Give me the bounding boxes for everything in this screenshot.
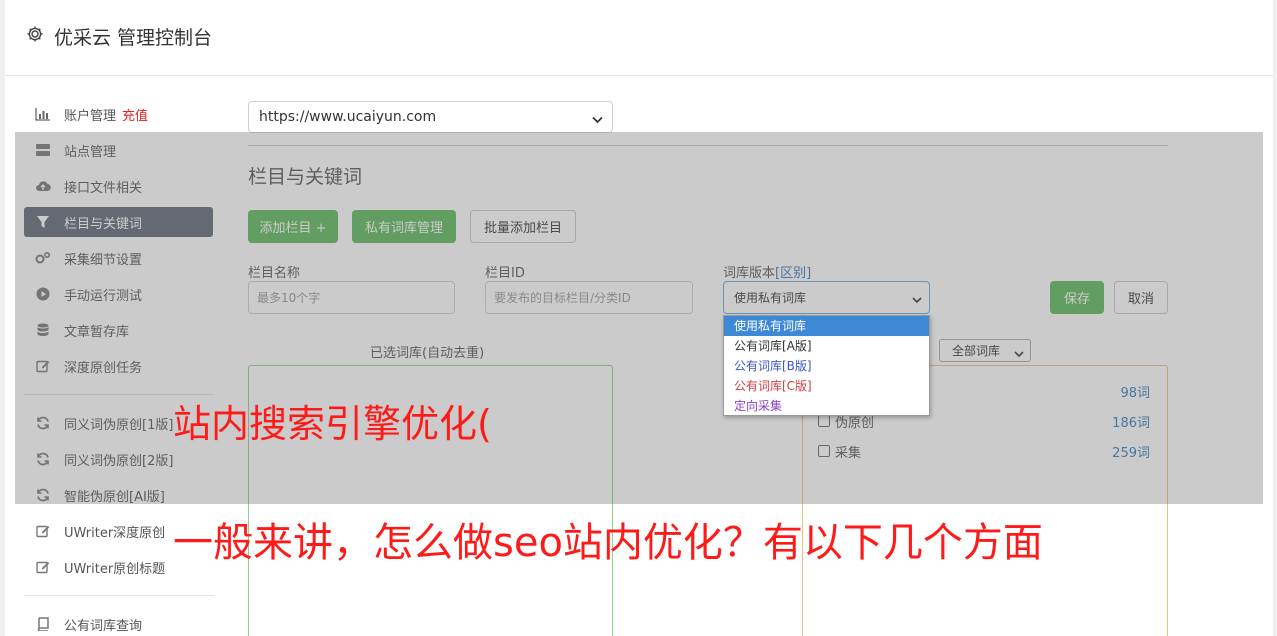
edit-icon [35,559,51,575]
sidebar-item-label: UWriter原创标题 [64,561,166,577]
lib-version-label-text: 词库版本 [723,266,776,281]
book-icon [35,616,51,632]
sidebar-item-sites[interactable]: 站点管理 [24,135,213,165]
column-name-label: 栏目名称 [248,266,301,281]
page-right-border [1273,0,1277,636]
page-left-border [0,0,5,636]
lib-list-item[interactable]: 采集 259词 [818,441,1150,461]
sidebar-item-label: 同义词伪原创[2版] [64,453,174,469]
bar-chart-icon [35,106,51,122]
edit-icon [35,523,51,539]
sidebar-item-interface[interactable]: 接口文件相关 [24,171,213,201]
site-select-value: https://www.ucaiyun.com [259,109,437,125]
sidebar-item-label: 智能伪原创[AI版] [64,489,165,505]
lib-version-option[interactable]: 使用私有词库 [724,316,929,336]
sidebar-item-manual-run[interactable]: 手动运行测试 [24,279,213,309]
database-icon [35,322,51,338]
sidebar-item-label: 栏目与关键词 [64,216,143,232]
all-lib-select-value: 全部词库 [952,344,1001,358]
lib-count: 98词 [1120,385,1150,401]
sidebar-divider [24,595,214,596]
sidebar-item-ai-rewrite[interactable]: 智能伪原创[AI版] [24,480,213,510]
lib-count: 259词 [1112,445,1150,461]
sidebar-item-label: 采集细节设置 [64,252,143,268]
sidebar-item-collect-settings[interactable]: 采集细节设置 [24,243,213,273]
lib-label: 采集 [835,445,862,461]
chevron-down-icon [592,112,603,128]
sidebar-item-columns[interactable]: 栏目与关键词 [24,207,213,237]
site-select[interactable]: https://www.ucaiyun.com [248,101,613,133]
private-lib-button[interactable]: 私有词库管理 [352,210,456,243]
cloud-upload-icon [35,178,51,194]
section-title: 栏目与关键词 [248,166,363,188]
all-lib-select[interactable]: 全部词库 [939,339,1031,362]
sidebar-item-deep-original[interactable]: 深度原创任务 [24,351,213,381]
batch-add-button[interactable]: 批量添加栏目 [470,210,576,243]
sidebar-item-label: UWriter深度原创 [64,525,166,541]
edit-icon [35,358,51,374]
lib-version-option[interactable]: 公有词库[B版] [724,356,929,376]
divider [248,145,1168,146]
save-button[interactable]: 保存 [1050,281,1104,314]
lib-version-value: 使用私有词库 [734,291,807,305]
diff-link[interactable]: [区别] [775,266,811,281]
recharge-link[interactable]: 充值 [122,105,148,124]
chevron-down-icon [912,293,922,307]
lib-version-option[interactable]: 定向采集 [724,396,929,416]
sidebar-item-label: 手动运行测试 [64,288,143,304]
lib-checkbox[interactable] [818,445,830,457]
refresh-icon [35,451,51,467]
gear-icon [25,24,45,44]
cancel-button[interactable]: 取消 [1114,281,1168,314]
chevron-down-icon [1014,347,1024,361]
sidebar-item-label: 文章暂存库 [64,324,130,340]
column-id-input[interactable]: 要发布的目标栏目/分类ID [485,281,693,314]
sidebar-item-label: 公有词库查询 [64,618,143,634]
selected-lib-title: 已选词库(自动去重) [370,346,485,361]
overlay-subline: 一般来讲，怎么做seo站内优化？有以下几个方面 [173,520,1043,566]
lib-version-label: 词库版本[区别] [723,262,811,281]
add-column-button[interactable]: 添加栏目 + [248,210,338,243]
overlay-headline: 站内搜索引擎优化( [173,402,492,446]
lib-version-option[interactable]: 公有词库[A版] [724,336,929,356]
sidebar-item-label: 同义词伪原创[1版] [64,417,174,433]
lib-version-select[interactable]: 使用私有词库 [723,281,930,314]
refresh-icon [35,415,51,431]
sidebar-item-public-lib[interactable]: 公有词库查询 [24,609,213,636]
lib-count: 186词 [1112,415,1150,431]
lib-checkbox[interactable] [818,415,830,427]
column-id-label: 栏目ID [485,266,525,281]
sidebar-item-label: 接口文件相关 [64,180,143,196]
server-icon [35,142,51,158]
lib-version-option[interactable]: 公有词库[C版] [724,376,929,396]
refresh-icon [35,487,51,503]
gears-icon [35,250,51,266]
sidebar-item-label: 账户管理 [64,108,117,124]
sidebar-item-label: 深度原创任务 [64,360,143,376]
sidebar-item-synonym-v2[interactable]: 同义词伪原创[2版] [24,444,213,474]
app-title: 优采云 管理控制台 [54,27,213,49]
header-bar: 优采云 管理控制台 [5,0,1273,76]
sidebar-item-label: 站点管理 [64,144,117,160]
play-circle-icon [35,286,51,302]
filter-icon [35,214,51,230]
sidebar-item-account[interactable]: 账户管理 充值 [24,99,213,129]
sidebar-item-article-store[interactable]: 文章暂存库 [24,315,213,345]
lib-version-dropdown: 使用私有词库 公有词库[A版] 公有词库[B版] 公有词库[C版] 定向采集 [723,315,930,416]
column-name-input[interactable]: 最多10个字 [248,281,455,314]
